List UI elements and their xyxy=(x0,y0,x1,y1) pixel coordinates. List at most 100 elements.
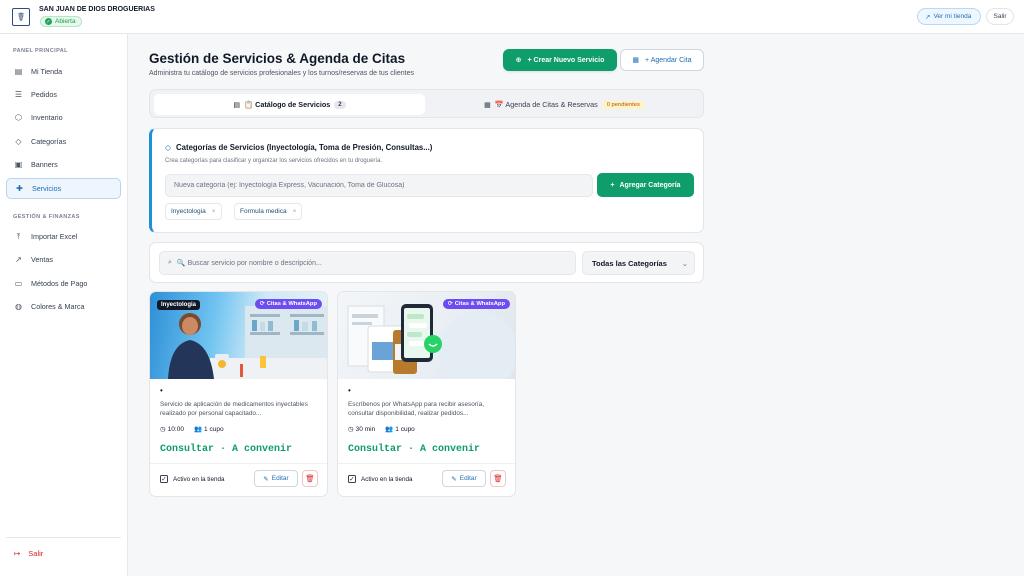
page-title: Gestión de Servicios & Agenda de Citas xyxy=(149,51,406,66)
active-toggle[interactable]: ✓ Activo en la tienda xyxy=(160,475,224,483)
search-icon: ⌕ xyxy=(168,259,172,266)
store-name: SAN JUAN DE DIOS DROGUERIAS xyxy=(39,6,155,13)
calendar-icon: ▦ xyxy=(484,100,491,109)
sidebar-logout-button[interactable]: ↦ Salir xyxy=(14,549,43,558)
services-icon: ✚ xyxy=(16,184,23,193)
card-icon: ▭ xyxy=(14,279,23,288)
tab-agenda[interactable]: ▦ 📅 Agenda de Citas & Reservas 0 pendien… xyxy=(429,94,700,115)
sidebar-item-ventas[interactable]: ↗ Ventas xyxy=(6,249,121,270)
image-icon: ▣ xyxy=(14,160,23,169)
checkbox-checked-icon[interactable]: ✓ xyxy=(160,475,168,483)
plus-circle-icon: ⊕ xyxy=(515,57,522,64)
categories-title-label: Categorías de Servicios (Inyectología, T… xyxy=(176,143,433,152)
store-icon: ▤ xyxy=(14,67,23,76)
sidebar-item-banners[interactable]: ▣ Banners xyxy=(6,154,121,175)
sidebar-item-label: Servicios xyxy=(32,184,62,193)
pencil-icon: ✎ xyxy=(263,475,269,483)
edit-label: Editar xyxy=(459,475,477,482)
store-status-badge: ✓ Abierta xyxy=(40,16,82,27)
sidebar-item-pedidos[interactable]: ☰ Pedidos xyxy=(6,84,121,105)
trash-icon: 🗑 xyxy=(493,474,503,483)
delete-service-button[interactable]: 🗑 xyxy=(490,470,506,487)
remove-icon[interactable]: × xyxy=(293,208,297,215)
chevron-down-icon: ⌄ xyxy=(681,258,688,268)
sidebar-item-colores-marca[interactable]: ◍ Colores & Marca xyxy=(6,296,121,317)
new-category-input[interactable] xyxy=(165,174,593,197)
duration-value: 10:00 xyxy=(167,425,184,433)
create-service-button[interactable]: ⊕ + Crear Nuevo Servicio xyxy=(503,49,617,71)
active-label: Activo en la tienda xyxy=(361,475,413,483)
search-panel: ⌕ 🔍 Buscar servicio por nombre o descrip… xyxy=(149,242,704,283)
category-chip[interactable]: Inyectologia × xyxy=(165,203,222,220)
service-card: ⟳ Citas & WhatsApp • Escríbenos por What… xyxy=(337,291,516,497)
schedule-appointment-button[interactable]: ▦ + Agendar Cita xyxy=(620,49,704,71)
remove-icon[interactable]: × xyxy=(212,208,216,215)
store-status-label: Abierta xyxy=(55,18,76,25)
service-search-input[interactable]: ⌕ 🔍 Buscar servicio por nombre o descrip… xyxy=(159,251,576,275)
service-meta: ◷ 30 min 👥 1 cupo xyxy=(348,425,415,434)
timer-icon: ◷ xyxy=(160,426,166,433)
orders-icon: ☰ xyxy=(14,90,23,99)
sidebar-item-label: Colores & Marca xyxy=(31,302,85,311)
add-category-button[interactable]: + Agregar Categoría xyxy=(597,173,694,197)
view-store-button[interactable]: ↗ Ver mi tienda xyxy=(917,8,981,25)
service-image: ⟳ Citas & WhatsApp xyxy=(338,292,515,379)
clipboard-icon: ▤ xyxy=(233,100,241,109)
duration-value: 30 min xyxy=(355,425,376,433)
sidebar-logout-label: Salir xyxy=(28,549,44,558)
category-chip[interactable]: Formula medica × xyxy=(234,203,303,220)
service-name: • xyxy=(160,386,163,395)
sidebar-item-importar-excel[interactable]: ⤒ Importar Excel xyxy=(6,226,121,247)
external-link-icon: ↗ xyxy=(925,13,931,21)
booking-channel-badge: ⟳ Citas & WhatsApp xyxy=(254,299,322,309)
edit-service-button[interactable]: ✎ Editar xyxy=(442,470,486,487)
booking-channel-label: Citas & WhatsApp xyxy=(266,301,317,307)
category-filter-select[interactable]: Todas las Categorías ⌄ xyxy=(582,251,695,275)
categories-title: ◇ Categorías de Servicios (Inyectología,… xyxy=(165,143,432,152)
edit-label: Editar xyxy=(271,475,289,482)
sidebar-item-mi-tienda[interactable]: ▤ Mi Tienda xyxy=(6,61,121,82)
categories-description: Crea categorías para clasificar y organi… xyxy=(165,158,383,164)
service-card: Inyectologia ⟳ Citas & WhatsApp • Servic… xyxy=(149,291,328,497)
trash-icon: 🗑 xyxy=(305,474,315,483)
sidebar: PANEL PRINCIPAL ▤ Mi Tienda ☰ Pedidos ⬡ … xyxy=(0,34,128,576)
sidebar-item-label: Importar Excel xyxy=(31,232,78,241)
check-icon: ✓ xyxy=(45,18,52,25)
calendar-icon: ▦ xyxy=(632,57,640,64)
sidebar-item-label: Inventario xyxy=(31,113,63,122)
service-price: Consultar · A convenir xyxy=(160,444,293,455)
sidebar-item-inventario[interactable]: ⬡ Inventario xyxy=(6,107,121,128)
sidebar-item-categorias[interactable]: ◇ Categorías xyxy=(6,131,121,152)
service-image: Inyectologia ⟳ Citas & WhatsApp xyxy=(150,292,327,379)
refresh-icon: ⟳ xyxy=(259,301,265,307)
sidebar-item-servicios[interactable]: ✚ Servicios xyxy=(6,178,121,199)
service-category-tag: Inyectologia xyxy=(157,300,201,310)
tab-catalogo[interactable]: ▤ 📋 Catálogo de Servicios 2 xyxy=(154,94,425,115)
sidebar-item-metodos-de-pago[interactable]: ▭ Métodos de Pago xyxy=(6,273,121,294)
timer-icon: ◷ xyxy=(348,426,354,433)
sidebar-item-label: Métodos de Pago xyxy=(31,279,88,288)
service-meta: ◷ 10:00 👥 1 cupo xyxy=(160,425,224,434)
duration: ◷ 30 min xyxy=(348,425,376,434)
sidebar-item-label: Ventas xyxy=(31,255,53,264)
card-divider xyxy=(338,463,515,464)
sidebar-item-label: Categorías xyxy=(31,137,67,146)
logout-button[interactable]: Salir xyxy=(986,8,1014,25)
users-icon: 👥 xyxy=(385,426,394,433)
chart-icon: ↗ xyxy=(15,255,22,264)
delete-service-button[interactable]: 🗑 xyxy=(302,470,318,487)
schedule-label: + Agendar Cita xyxy=(645,56,692,64)
sidebar-divider xyxy=(6,537,121,538)
store-logo: ☤ xyxy=(12,8,30,26)
capacity-value: 1 cupo xyxy=(395,425,415,433)
checkbox-checked-icon[interactable]: ✓ xyxy=(348,475,356,483)
tab-bar: ▤ 📋 Catálogo de Servicios 2 ▦ 📅 Agenda d… xyxy=(149,89,704,118)
service-name: • xyxy=(348,386,351,395)
edit-service-button[interactable]: ✎ Editar xyxy=(254,470,298,487)
capacity: 👥 1 cupo xyxy=(385,425,415,434)
service-description: Servicio de aplicación de medicamentos i… xyxy=(160,401,308,417)
pencil-icon: ✎ xyxy=(451,475,457,483)
card-divider xyxy=(150,463,327,464)
active-toggle[interactable]: ✓ Activo en la tienda xyxy=(348,475,412,483)
sidebar-item-label: Banners xyxy=(31,160,58,169)
